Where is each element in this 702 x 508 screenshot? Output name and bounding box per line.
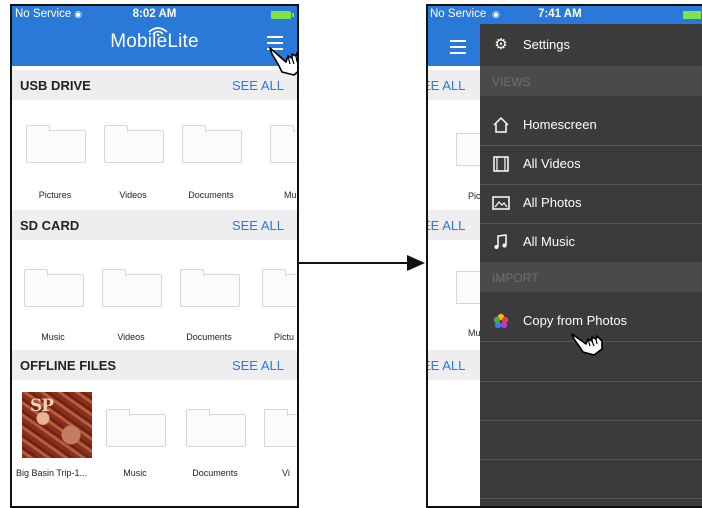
section-title: SD CARD <box>20 218 80 233</box>
see-all-button[interactable]: SEE ALL <box>232 218 284 233</box>
folder-item[interactable]: Videos <box>94 100 172 208</box>
background-section-header: EE ALL <box>428 70 486 100</box>
folder-icon <box>104 125 164 163</box>
folder-icon <box>24 269 84 307</box>
folder-item[interactable]: Pictures <box>16 100 94 208</box>
drawer-item-all-photos[interactable]: All Photos <box>480 184 702 224</box>
folder-row-offline: SP Big Basin Trip-1... Music Documents V… <box>12 380 297 488</box>
folder-icon <box>270 125 297 163</box>
folder-item[interactable]: Documents <box>170 240 248 348</box>
folder-row-sd: Music Videos Documents Pictu <box>12 240 297 348</box>
section-title: USB DRIVE <box>20 78 91 93</box>
transition-arrow-line <box>299 262 411 264</box>
photos-flower-icon <box>493 313 509 329</box>
section-header-views: VIEWS <box>480 66 702 96</box>
background-section-header: EE ALL <box>428 350 486 380</box>
battery-icon <box>271 11 294 19</box>
music-note-icon <box>494 234 507 249</box>
left-phone-screen: No Service ◉ 8:02 AM MobileLite USB DRIVE… <box>10 4 299 508</box>
drawer-item-all-videos[interactable]: All Videos <box>480 145 702 185</box>
status-bar: No Service ◉ 8:02 AM <box>12 6 297 24</box>
hamburger-menu-button[interactable] <box>450 40 466 54</box>
folder-item[interactable]: Documents <box>176 380 254 488</box>
drawer-item-all-music[interactable]: All Music <box>480 223 702 262</box>
photo-icon <box>492 196 510 210</box>
pointer-hand-icon <box>269 47 297 76</box>
app-title: MobileLite <box>110 31 199 52</box>
folder-icon <box>26 125 86 163</box>
drawer-empty-row <box>480 381 702 421</box>
transition-arrow-head <box>407 255 425 271</box>
pointer-hand-icon <box>571 333 603 356</box>
folder-icon <box>264 409 297 447</box>
folder-item[interactable]: Music <box>14 240 92 348</box>
photo-thumbnail: SP <box>22 392 92 458</box>
folder-row-usb: Pictures Videos Documents Mu <box>12 100 297 208</box>
photo-item[interactable]: SP Big Basin Trip-1... <box>12 380 98 488</box>
right-phone-screen: EE ALL Pict EE ALL Mu EE ALL No Service … <box>426 4 702 508</box>
folder-item[interactable]: Mu <box>260 100 297 208</box>
status-time: 7:41 AM <box>538 8 582 20</box>
folder-item[interactable]: Videos <box>92 240 170 348</box>
see-all-button[interactable]: EE ALL <box>428 78 465 93</box>
folder-icon <box>180 269 240 307</box>
film-icon <box>493 156 509 172</box>
folder-item[interactable]: Music <box>96 380 174 488</box>
battery-icon <box>683 11 701 19</box>
drawer-item-homescreen[interactable]: Homescreen <box>480 106 702 146</box>
folder-icon <box>102 269 162 307</box>
section-header-import: IMPORT <box>480 262 702 292</box>
gear-icon: ⚙ <box>494 36 508 53</box>
folder-icon <box>262 269 297 307</box>
folder-icon <box>106 409 166 447</box>
drawer-empty-row <box>480 459 702 499</box>
status-bar: No Service ◉ 7:41 AM <box>428 6 702 24</box>
drawer-item-settings[interactable]: ⚙ Settings <box>480 24 702 66</box>
home-icon <box>493 116 509 133</box>
background-section-header: EE ALL <box>428 210 486 240</box>
folder-icon <box>182 125 242 163</box>
section-title: OFFLINE FILES <box>20 358 117 373</box>
drawer-empty-row <box>480 420 702 460</box>
section-header-offline: OFFLINE FILES SEE ALL <box>12 350 297 380</box>
folder-item[interactable]: Pictu <box>252 240 297 348</box>
see-all-button[interactable]: SEE ALL <box>232 358 284 373</box>
folder-icon <box>186 409 246 447</box>
wifi-icon: ◉ <box>492 9 500 19</box>
folder-item[interactable]: Vi <box>254 380 297 488</box>
see-all-button[interactable]: EE ALL <box>428 218 465 233</box>
folder-item[interactable]: Documents <box>172 100 250 208</box>
nav-bar: No Service ◉ 8:02 AM MobileLite <box>12 6 297 66</box>
carrier-label: No Service <box>430 8 487 20</box>
status-time: 8:02 AM <box>132 8 177 20</box>
see-all-button[interactable]: SEE ALL <box>232 78 284 93</box>
see-all-button[interactable]: EE ALL <box>428 358 465 373</box>
section-header-usb: USB DRIVE SEE ALL <box>12 70 297 100</box>
section-header-sd: SD CARD SEE ALL <box>12 210 297 240</box>
side-drawer: ⚙ Settings VIEWS Homescreen All Videos A… <box>480 24 702 506</box>
